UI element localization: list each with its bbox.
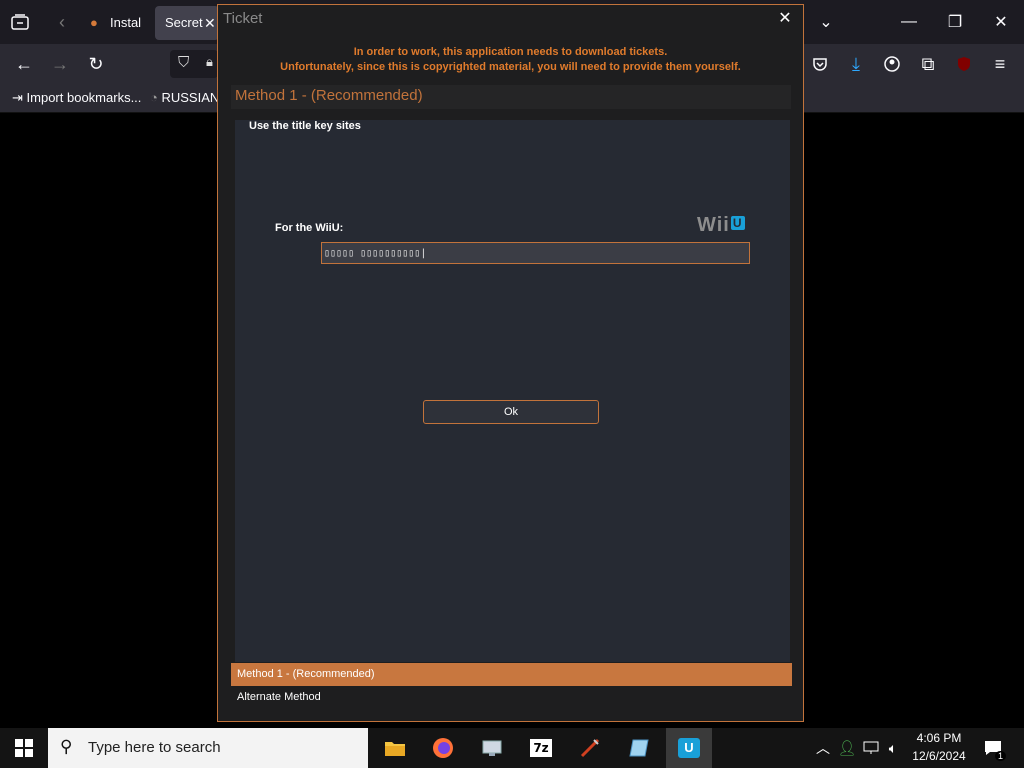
notes-app-icon[interactable] bbox=[619, 732, 659, 764]
wiiu-logo-badge: U bbox=[730, 216, 745, 230]
search-icon: ⚲ bbox=[60, 737, 73, 756]
notifications-icon[interactable]: 1 bbox=[978, 732, 1008, 764]
tab-close-icon[interactable]: ✕ bbox=[204, 6, 216, 40]
bookmark-label: Import bookmarks... bbox=[26, 90, 142, 105]
notice-line-1: In order to work, this application needs… bbox=[353, 46, 668, 58]
start-icon[interactable] bbox=[4, 732, 44, 764]
tab-label: Secret bbox=[165, 15, 203, 30]
tab-favicon-icon: ● bbox=[90, 15, 98, 30]
url-bar[interactable]: ⛉ 🔒︎ bbox=[170, 50, 218, 78]
downloads-icon[interactable]: ⤓ bbox=[842, 50, 870, 78]
minimize-icon[interactable]: — bbox=[886, 0, 932, 44]
network-icon[interactable] bbox=[860, 732, 882, 764]
bookmark-import[interactable]: ⇥ Import bookmarks... bbox=[12, 88, 141, 108]
ok-button[interactable]: Ok bbox=[423, 400, 599, 424]
volume-icon[interactable]: 🔈︎ bbox=[882, 732, 904, 764]
notification-count: 1 bbox=[994, 751, 1006, 761]
bookmark-label: RUSSIAN bbox=[161, 90, 220, 105]
search-placeholder: Type here to search bbox=[88, 739, 221, 756]
forward-icon[interactable]: → bbox=[46, 50, 74, 78]
tool-app-icon[interactable] bbox=[570, 732, 610, 764]
clock-date[interactable]: 12/6/2024 bbox=[906, 749, 972, 763]
panel-heading: Use the title key sites bbox=[249, 120, 361, 132]
firefox-icon[interactable] bbox=[423, 732, 463, 764]
wiiu-logo-text: Wii bbox=[697, 214, 730, 236]
network-app-icon[interactable] bbox=[472, 732, 512, 764]
tab-secret[interactable]: Secret ✕ bbox=[155, 6, 219, 40]
menu-icon[interactable]: ≡ bbox=[986, 50, 1014, 78]
method-header: Method 1 - (Recommended) bbox=[231, 85, 791, 109]
pocket-icon[interactable] bbox=[806, 50, 834, 78]
tab-overview-icon[interactable] bbox=[6, 8, 34, 36]
taskbar: ⚲ Type here to search 7z U ︿ 👤︎ 🔈︎ 4:06 … bbox=[0, 728, 1024, 768]
shield-icon[interactable]: ⛉ bbox=[178, 54, 189, 71]
ublock-icon[interactable] bbox=[950, 50, 978, 78]
lock-icon[interactable]: 🔒︎ bbox=[206, 54, 213, 70]
tab-method-1[interactable]: Method 1 - (Recommended) bbox=[231, 663, 792, 686]
list-all-tabs-icon[interactable]: ⌄ bbox=[803, 0, 849, 44]
bookmark-russian[interactable]: ◔ RUSSIAN bbox=[150, 88, 219, 108]
tab-instal[interactable]: ● Instal bbox=[80, 6, 152, 40]
restore-icon[interactable]: ❐ bbox=[932, 0, 978, 44]
extensions-icon[interactable]: ⧉ bbox=[914, 50, 942, 78]
close-window-icon[interactable]: ✕ bbox=[978, 0, 1024, 44]
close-icon[interactable]: ✕ bbox=[775, 9, 795, 29]
7zip-icon[interactable]: 7z bbox=[521, 732, 561, 764]
tab-label: Instal bbox=[110, 15, 142, 30]
wiiu-label: For the WiiU: bbox=[275, 222, 344, 234]
method-panel: Use the title key sites For the WiiU: Wi… bbox=[235, 120, 790, 662]
show-hidden-icons-icon[interactable]: ︿ bbox=[812, 732, 834, 764]
tab-scroll-left-icon[interactable]: ‹ bbox=[48, 8, 76, 36]
taskbar-search[interactable]: ⚲ Type here to search bbox=[48, 728, 368, 768]
dialog-title: Ticket bbox=[223, 10, 263, 27]
back-icon[interactable]: ← bbox=[10, 50, 38, 78]
file-explorer-icon[interactable] bbox=[375, 732, 415, 764]
wiiu-logo: Wii U bbox=[697, 214, 745, 237]
wiiu-app-icon[interactable]: U bbox=[666, 728, 712, 768]
notice-line-2: Unfortunately, since this is copyrighted… bbox=[280, 61, 741, 73]
tab-alternate-method[interactable]: Alternate Method bbox=[231, 686, 792, 709]
clock-time[interactable]: 4:06 PM bbox=[906, 731, 972, 745]
user-tray-icon[interactable]: 👤︎ bbox=[836, 732, 858, 764]
account-icon[interactable] bbox=[878, 50, 906, 78]
bookmark-favicon-icon: ◔ bbox=[150, 90, 158, 105]
reload-icon[interactable]: ↻ bbox=[82, 50, 110, 78]
import-icon: ⇥ bbox=[12, 90, 23, 105]
ticket-dialog: Ticket ✕ In order to work, this applicat… bbox=[217, 4, 804, 722]
title-key-input[interactable] bbox=[321, 242, 750, 264]
